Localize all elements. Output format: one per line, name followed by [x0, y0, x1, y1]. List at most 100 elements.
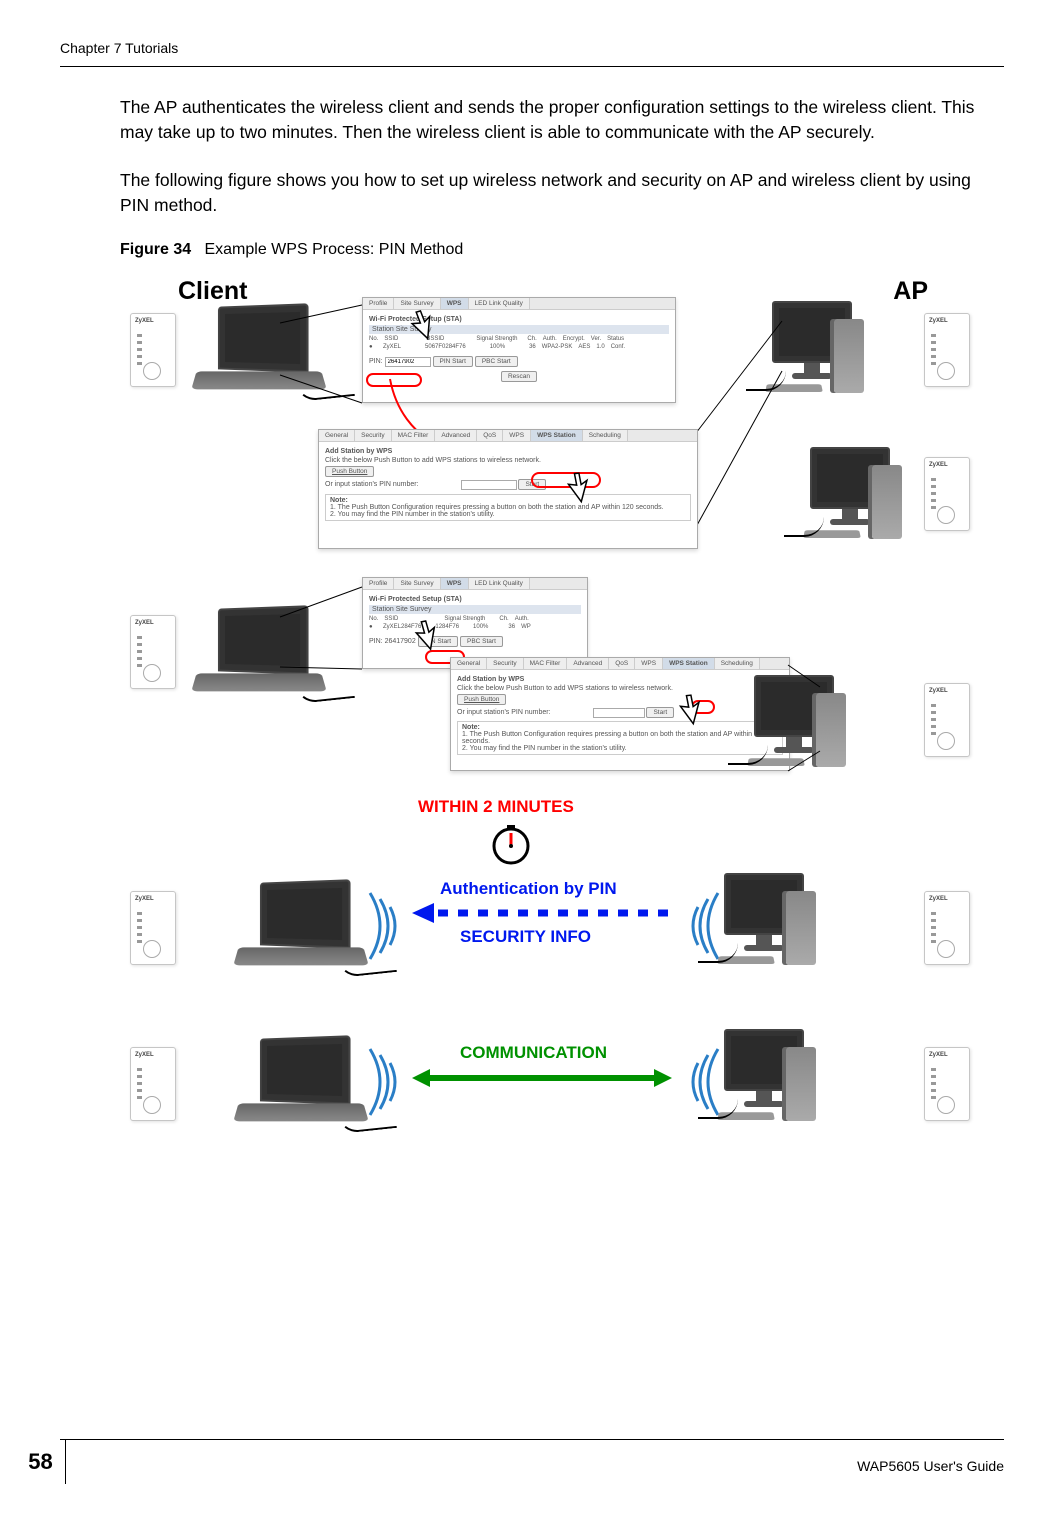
push-button-btn[interactable]: Push Button — [325, 466, 374, 477]
router-icon: ZyXEL — [924, 1047, 970, 1121]
wps-heading: Wi-Fi Protected Setup (STA) — [369, 596, 581, 603]
cursor-arrow-icon — [408, 617, 448, 657]
pin-input[interactable] — [385, 357, 431, 367]
col: Encrypt. — [563, 336, 585, 342]
router-icon: ZyXEL — [130, 313, 176, 387]
callout-line — [280, 305, 370, 405]
wifi-waves-icon — [362, 887, 408, 965]
note-1: 1. The Push Button Configuration require… — [462, 731, 778, 745]
desktop-icon — [724, 873, 844, 983]
router-brand: ZyXEL — [929, 318, 948, 324]
router-brand: ZyXEL — [135, 1052, 154, 1058]
callout-line — [770, 665, 830, 775]
router-icon: ZyXEL — [924, 891, 970, 965]
note-2: 2. You may find the PIN number in the st… — [330, 511, 686, 518]
page-number: 58 — [16, 1440, 66, 1484]
tab[interactable]: Advanced — [435, 430, 477, 441]
push-button-btn[interactable]: Push Button — [457, 694, 506, 705]
desktop-icon — [724, 1029, 844, 1139]
router-brand: ZyXEL — [135, 620, 154, 626]
laptop-icon — [236, 1037, 366, 1133]
cell: WPA2-PSK — [542, 344, 573, 350]
tab[interactable]: Scheduling — [715, 658, 760, 669]
col: Signal Strength — [476, 336, 517, 342]
router-brand: ZyXEL — [929, 462, 948, 468]
tab-active[interactable]: WPS Station — [531, 430, 583, 441]
cursor-arrow-icon — [672, 691, 712, 731]
tab[interactable]: Security — [355, 430, 391, 441]
col: Status — [607, 336, 624, 342]
tab[interactable]: Site Survey — [394, 578, 440, 589]
tab-active[interactable]: WPS — [441, 298, 469, 309]
cursor-arrow-icon — [404, 307, 444, 347]
footer-divider — [60, 1439, 1004, 1440]
clock-icon — [490, 823, 532, 865]
tab-active[interactable]: WPS — [441, 578, 469, 589]
router-brand: ZyXEL — [929, 688, 948, 694]
tab-active[interactable]: WPS Station — [663, 658, 715, 669]
router-icon: ZyXEL — [130, 615, 176, 689]
double-arrow-icon — [410, 1067, 674, 1089]
pbc-start-button[interactable]: PBC Start — [460, 636, 503, 647]
tab[interactable]: Security — [487, 658, 523, 669]
figure-caption: Figure 34 Example WPS Process: PIN Metho… — [120, 241, 1004, 259]
pin-start-button[interactable]: PIN Start — [433, 356, 473, 367]
col: SSID — [384, 336, 398, 342]
pbc-start-button[interactable]: PBC Start — [475, 356, 518, 367]
auth-by-pin-label: Authentication by PIN — [440, 879, 617, 899]
pin-instruction: Or input station's PIN number: — [457, 709, 551, 716]
note-title: Note: — [462, 724, 778, 731]
footer-guide-title: WAP5605 User's Guide — [857, 1458, 1004, 1474]
push-button-instruction: Click the below Push Button to add WPS s… — [457, 685, 783, 692]
chapter-title: Chapter 7 Tutorials — [60, 40, 178, 56]
router-icon: ZyXEL — [130, 891, 176, 965]
ap-pin-input[interactable] — [593, 708, 645, 718]
cell: 1.0 — [596, 344, 604, 350]
cell: 36 — [529, 344, 536, 350]
ap-pin-input[interactable] — [461, 480, 517, 490]
figure-title: Example WPS Process: PIN Method — [204, 241, 463, 258]
tab[interactable]: MAC Filter — [392, 430, 436, 441]
cell: Conf. — [611, 344, 625, 350]
security-info-label: SECURITY INFO — [460, 927, 591, 947]
tab[interactable]: QoS — [609, 658, 635, 669]
tab[interactable]: QoS — [477, 430, 503, 441]
pin-label: PIN — [369, 358, 381, 365]
tab[interactable]: General — [451, 658, 487, 669]
callout-line — [280, 587, 370, 687]
router-brand: ZyXEL — [135, 896, 154, 902]
ap-wps-window: General Security MAC Filter Advanced QoS… — [318, 429, 698, 549]
tab[interactable]: Scheduling — [583, 430, 628, 441]
desktop-icon — [772, 301, 892, 411]
page: Chapter 7 Tutorials The AP authenticates… — [0, 0, 1064, 1524]
note-title: Note: — [330, 497, 686, 504]
header-divider — [60, 66, 1004, 67]
push-button-instruction: Click the below Push Button to add WPS s… — [325, 457, 691, 464]
tab[interactable]: MAC Filter — [524, 658, 568, 669]
tab[interactable]: WPS — [635, 658, 663, 669]
router-icon: ZyXEL — [130, 1047, 176, 1121]
router-brand: ZyXEL — [135, 318, 154, 324]
cell: 100% — [490, 344, 505, 350]
cell: ZyXEL — [383, 344, 401, 350]
note-1: 1. The Push Button Configuration require… — [330, 504, 686, 511]
tab[interactable]: General — [319, 430, 355, 441]
pin-instruction: Or input station's PIN number: — [325, 481, 419, 488]
start-button[interactable]: Start — [646, 707, 674, 718]
client-wps-window-2: Profile Site Survey WPS LED Link Quality… — [362, 577, 588, 669]
dashed-arrow-icon — [410, 903, 672, 923]
tab[interactable]: Advanced — [567, 658, 609, 669]
paragraph-2: The following figure shows you how to se… — [120, 168, 1004, 219]
col: Ch. — [527, 336, 536, 342]
tab[interactable]: WPS — [503, 430, 531, 441]
tab[interactable]: LED Link Quality — [469, 298, 530, 309]
tab[interactable]: LED Link Quality — [469, 578, 530, 589]
callout-line — [696, 317, 786, 527]
router-brand: ZyXEL — [929, 1052, 948, 1058]
router-brand: ZyXEL — [929, 896, 948, 902]
paragraph-1: The AP authenticates the wireless client… — [120, 95, 1004, 146]
wps-pin-diagram: Client AP ZyXEL ZyXEL Profile Site Surve… — [130, 277, 990, 1297]
laptop-icon — [236, 881, 366, 977]
cell: AES — [578, 344, 590, 350]
desktop-icon — [810, 447, 930, 557]
